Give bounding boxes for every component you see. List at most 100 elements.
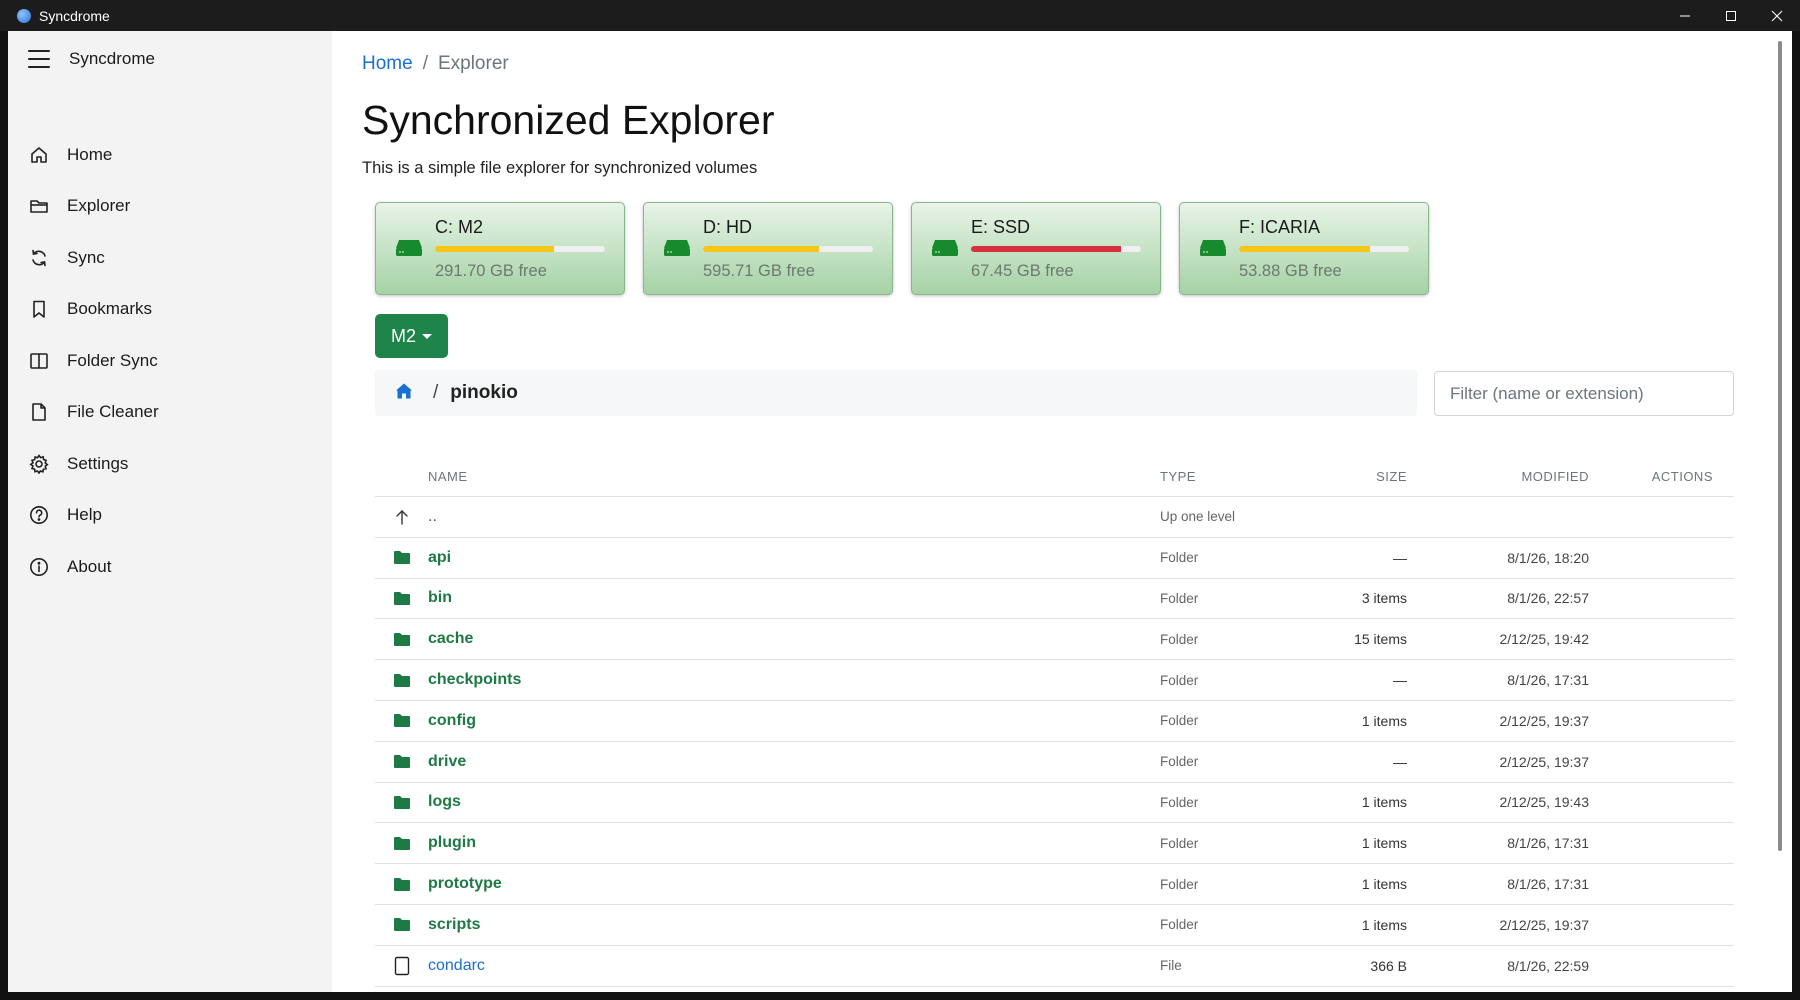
row-modified: 2/12/25, 19:37 (1499, 712, 1589, 729)
sidebar-item-help[interactable]: Help (8, 490, 332, 542)
row-modified: 8/1/26, 17:31 (1507, 835, 1589, 852)
row-name[interactable]: logs (428, 793, 1160, 811)
row-name[interactable]: plugin (428, 834, 1160, 852)
window-title: Syncdrome (39, 7, 110, 24)
table-row[interactable]: ENVIRONMENTFile4.28 KB8/1/26, 22:59 (375, 987, 1734, 992)
hamburger-menu-icon[interactable] (28, 50, 50, 68)
row-type: Folder (1160, 754, 1199, 770)
close-button[interactable] (1754, 0, 1800, 31)
hard-drive-icon (931, 239, 959, 262)
row-size: 1 items (1361, 712, 1407, 729)
drive-card[interactable]: E: SSD 67.45 GB free (911, 202, 1161, 295)
drive-usage-fill (1239, 246, 1370, 252)
up-one-level-row[interactable]: .. Up one level (375, 497, 1734, 538)
row-type: Folder (1160, 713, 1199, 729)
row-name[interactable]: condarc (428, 957, 1160, 975)
breadcrumb-current: Explorer (437, 53, 509, 74)
table-row[interactable]: prototype Folder 1 items 8/1/26, 17:31 (375, 864, 1734, 905)
drive-card[interactable]: F: ICARIA 53.88 GB free (1179, 202, 1429, 295)
table-row[interactable]: logs Folder 1 items 2/12/25, 19:43 (375, 783, 1734, 824)
table-row[interactable]: bin Folder 3 items 8/1/26, 22:57 (375, 579, 1734, 620)
header-name[interactable]: NAME (428, 469, 1160, 484)
row-name[interactable]: config (428, 712, 1160, 730)
home-icon[interactable] (395, 382, 413, 405)
sidebar-app-name: Syncdrome (69, 49, 155, 68)
table-row[interactable]: scripts Folder 1 items 2/12/25, 19:37 (375, 905, 1734, 946)
table-row[interactable]: config Folder 1 items 2/12/25, 19:37 (375, 701, 1734, 742)
sidebar-nav: Home Explorer Sync Bookmarks Folder Sync… (8, 129, 332, 593)
drive-card[interactable]: C: M2 291.70 GB free (375, 202, 625, 295)
table-header: NAME TYPE SIZE MODIFIED ACTIONS (375, 456, 1734, 497)
minimize-icon (1680, 15, 1690, 16)
close-icon (1771, 10, 1783, 21)
row-name[interactable]: prototype (428, 875, 1160, 893)
file-icon (375, 956, 428, 976)
row-name[interactable]: checkpoints (428, 671, 1160, 689)
drive-label: E: SSD (971, 217, 1031, 237)
drive-card[interactable]: D: HD 595.71 GB free (643, 202, 893, 295)
table-row[interactable]: checkpoints Folder — 8/1/26, 17:31 (375, 660, 1734, 701)
path-separator: / (433, 382, 439, 403)
drive-usage-fill (703, 246, 819, 252)
breadcrumb-home-link[interactable]: Home (362, 53, 413, 75)
sidebar-item-file-cleaner[interactable]: File Cleaner (8, 387, 332, 439)
sidebar-item-sync[interactable]: Sync (8, 232, 332, 284)
volume-select-button[interactable]: M2 (375, 314, 448, 358)
folder-icon (375, 713, 428, 728)
folder-icon (375, 877, 428, 892)
row-modified: 8/1/26, 17:31 (1507, 672, 1589, 689)
row-name[interactable]: bin (428, 589, 1160, 607)
row-modified: 2/12/25, 19:43 (1499, 794, 1589, 811)
header-size[interactable]: SIZE (1322, 469, 1407, 484)
page-subtitle: This is a simple file explorer for synch… (362, 159, 758, 177)
table-row[interactable]: cache Folder 15 items 2/12/25, 19:42 (375, 619, 1734, 661)
table-row[interactable]: condarc File 366 B 8/1/26, 22:59 (375, 946, 1734, 987)
row-modified: 2/12/25, 19:37 (1499, 753, 1589, 770)
file-table: NAME TYPE SIZE MODIFIED ACTIONS .. Up on… (375, 456, 1734, 992)
row-type: File (1160, 958, 1182, 974)
sidebar-item-label: Home (67, 144, 113, 164)
row-modified: 2/12/25, 19:42 (1499, 631, 1589, 648)
table-row[interactable]: api Folder — 8/1/26, 18:20 (375, 538, 1734, 579)
drive-free-space: 67.45 GB free (971, 262, 1074, 280)
row-size: — (1393, 549, 1407, 566)
drive-cards: C: M2 291.70 GB free D: HD 595.71 GB fre… (375, 202, 1429, 295)
sidebar-item-bookmarks[interactable]: Bookmarks (8, 284, 332, 336)
row-type: Folder (1160, 917, 1199, 933)
vertical-scrollbar[interactable] (1778, 41, 1782, 851)
main-content: Home / Explorer Synchronized Explorer Th… (332, 31, 1782, 992)
minimize-button[interactable] (1662, 0, 1708, 31)
row-name[interactable]: drive (428, 753, 1160, 771)
sidebar-item-label: Bookmarks (67, 299, 153, 319)
help-icon (28, 504, 50, 526)
row-modified: 8/1/26, 22:57 (1507, 590, 1589, 607)
sidebar-item-about[interactable]: About (8, 541, 332, 593)
row-size: 1 items (1361, 835, 1407, 852)
app-logo-icon (17, 8, 31, 23)
row-name[interactable]: cache (428, 630, 1160, 648)
sidebar-item-home[interactable]: Home (8, 129, 332, 181)
row-type: Folder (1160, 835, 1199, 851)
drive-label: F: ICARIA (1239, 217, 1321, 237)
info-icon (28, 556, 50, 578)
sidebar-item-folder-sync[interactable]: Folder Sync (8, 335, 332, 387)
header-modified[interactable]: MODIFIED (1407, 469, 1589, 484)
path-segment[interactable]: pinokio (450, 382, 518, 404)
table-row[interactable]: plugin Folder 1 items 8/1/26, 17:31 (375, 823, 1734, 865)
row-type: Folder (1160, 590, 1199, 606)
drive-label: C: M2 (435, 217, 484, 237)
folder-icon (375, 836, 428, 851)
header-type[interactable]: TYPE (1160, 469, 1322, 484)
row-type: Folder (1160, 672, 1199, 688)
window-titlebar: Syncdrome (0, 0, 1800, 31)
table-row[interactable]: drive Folder — 2/12/25, 19:37 (375, 742, 1734, 783)
row-name[interactable]: api (428, 549, 1160, 567)
row-name[interactable]: scripts (428, 916, 1160, 934)
sidebar-item-settings[interactable]: Settings (8, 438, 332, 490)
row-modified: 8/1/26, 18:20 (1507, 549, 1589, 566)
row-type: Folder (1160, 794, 1199, 810)
drive-usage-bar (703, 246, 873, 252)
sidebar-item-explorer[interactable]: Explorer (8, 181, 332, 233)
filter-input[interactable] (1434, 371, 1734, 416)
maximize-button[interactable] (1708, 0, 1754, 31)
